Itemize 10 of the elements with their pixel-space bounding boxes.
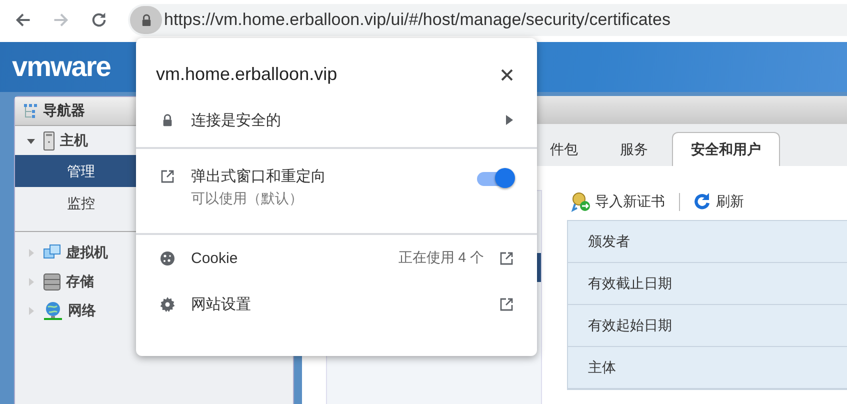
cookie-count: 正在使用 4 个	[398, 249, 484, 267]
property-label: 有效截止日期	[568, 263, 847, 305]
property-label: 颁发者	[568, 221, 847, 263]
logo: vmware	[12, 51, 110, 83]
permission-status: 可以使用（默认）	[191, 190, 304, 208]
property-label: 有效起始日期	[568, 305, 847, 347]
property-label: 主体	[568, 347, 847, 389]
navigator-title: 导航器	[43, 102, 85, 120]
site-name: vm.home.erballoon.vip	[156, 64, 338, 85]
permission-label: 弹出式窗口和重定向	[191, 167, 327, 186]
